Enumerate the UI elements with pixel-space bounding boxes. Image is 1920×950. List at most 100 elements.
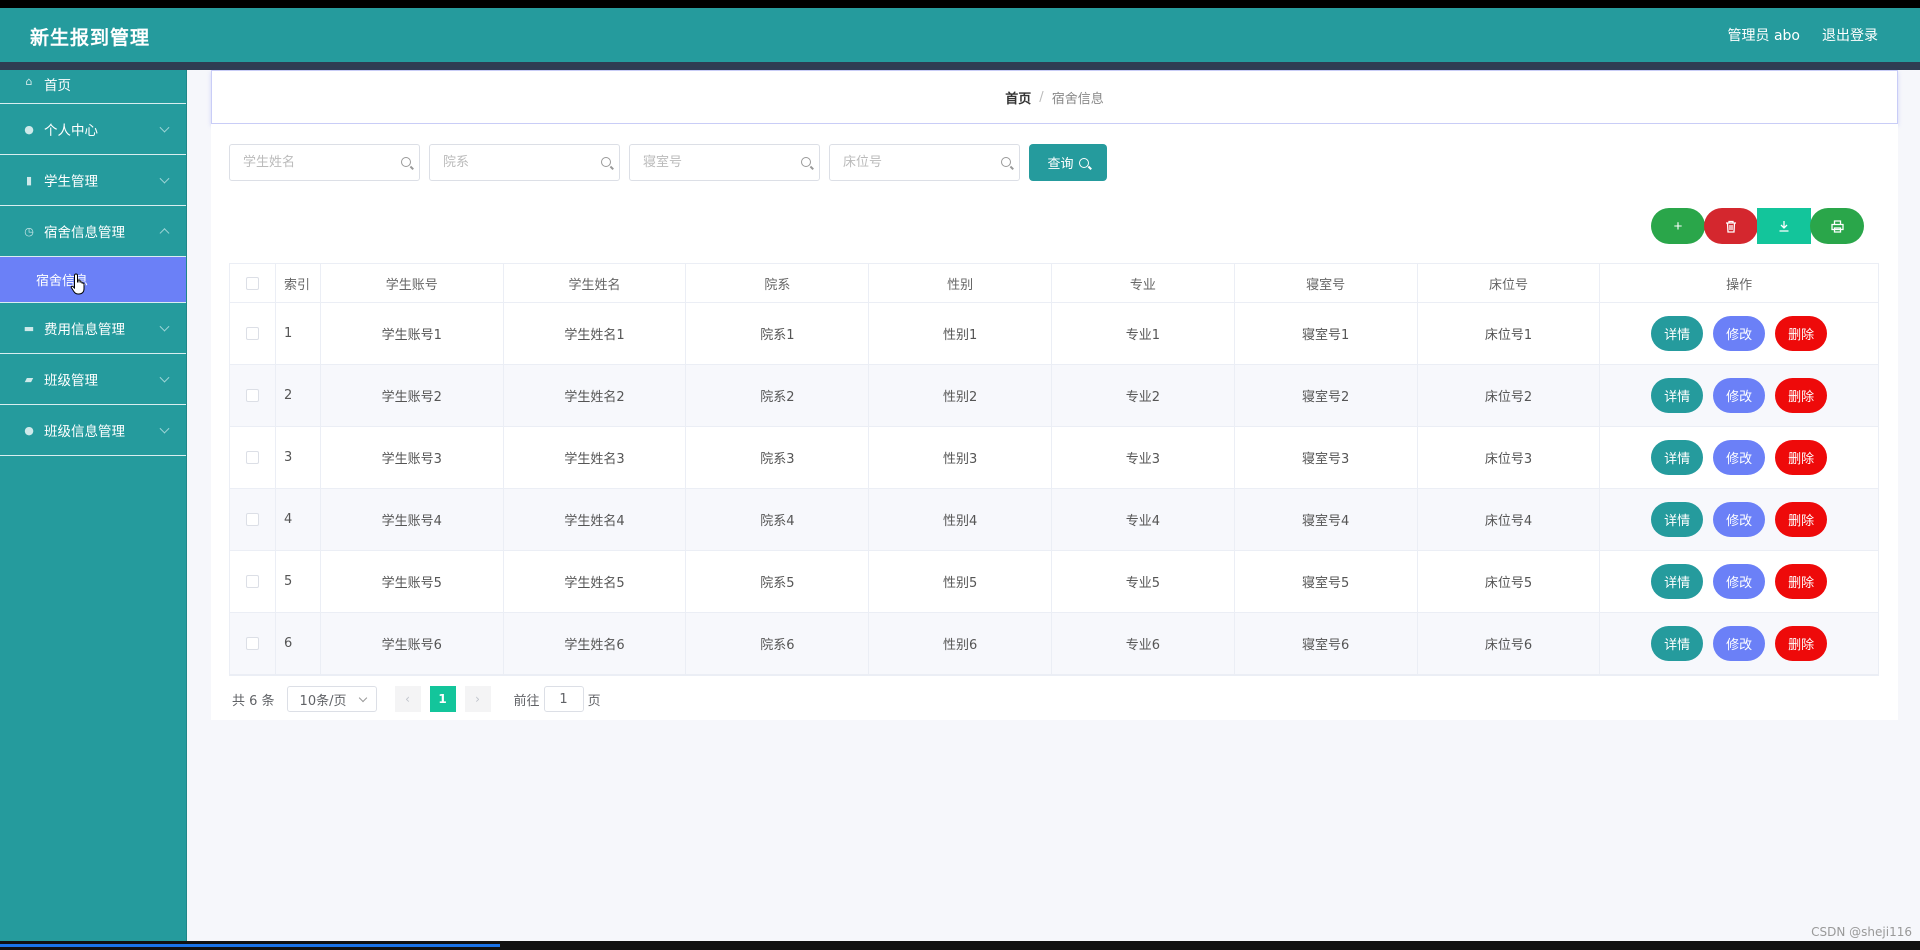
sidebar-item-fees[interactable]: ▬ 费用信息管理 <box>0 303 186 354</box>
cell-actions: 详情 修改 删除 <box>1600 427 1878 488</box>
sidebar-item-home[interactable]: ⌂ 首页 <box>0 70 186 104</box>
printer-icon <box>1830 219 1844 233</box>
row-checkbox[interactable] <box>245 327 259 340</box>
dorm-number-input[interactable] <box>630 145 819 180</box>
user-icon: ● <box>24 122 34 136</box>
chevron-down-icon <box>159 423 170 434</box>
sidebar-item-label: 费用信息管理 <box>44 322 125 338</box>
select-all-checkbox[interactable] <box>245 276 259 290</box>
cell-department: 院系6 <box>686 613 870 674</box>
detail-button[interactable]: 详情 <box>1651 440 1704 475</box>
pagination: 共 6 条 10条/页 ‹ 1 › 前往 页 <box>232 686 601 712</box>
edit-button[interactable]: 修改 <box>1713 564 1766 599</box>
cell-index: 6 <box>276 613 321 674</box>
next-page-button[interactable]: › <box>464 686 491 712</box>
cell-major: 专业6 <box>1052 613 1235 674</box>
cell-account: 学生账号2 <box>321 365 504 426</box>
top-bar: 新生报到管理 管理员 abo 退出登录 <box>0 8 1920 62</box>
row-checkbox[interactable] <box>245 637 259 650</box>
row-checkbox-cell <box>230 489 276 550</box>
query-button[interactable]: 查询 <box>1029 144 1107 181</box>
detail-button[interactable]: 详情 <box>1651 316 1704 351</box>
cell-name: 学生姓名1 <box>504 303 687 364</box>
page-size-select[interactable]: 10条/页 <box>286 686 377 712</box>
sidebar-subitem-dorm-info[interactable]: 宿舍信息 <box>0 257 186 303</box>
dorm-icon: ◷ <box>24 224 34 238</box>
header-gender: 性别 <box>869 264 1053 302</box>
row-checkbox-cell <box>230 303 276 364</box>
edit-button[interactable]: 修改 <box>1713 502 1766 537</box>
delete-button[interactable]: 删除 <box>1775 564 1828 599</box>
breadcrumb-home[interactable]: 首页 <box>1005 88 1031 107</box>
cell-name: 学生姓名6 <box>504 613 687 674</box>
sidebar-item-students[interactable]: ▮ 学生管理 <box>0 155 186 206</box>
cell-major: 专业4 <box>1052 489 1235 550</box>
delete-button[interactable]: 删除 <box>1775 316 1828 351</box>
sidebar-item-dorm[interactable]: ◷ 宿舍信息管理 <box>0 206 186 257</box>
delete-button[interactable]: 删除 <box>1775 440 1828 475</box>
table-row: 4 学生账号4 学生姓名4 院系4 性别4 专业4 寝室号4 床位号4 详情 修改 删除 <box>230 489 1878 551</box>
department-input[interactable] <box>430 145 619 180</box>
bed-number-input[interactable] <box>830 145 1019 180</box>
class-info-icon: ● <box>24 423 34 437</box>
cell-bed: 床位号6 <box>1418 613 1601 674</box>
chevron-down-icon <box>159 122 170 133</box>
row-checkbox[interactable] <box>245 389 259 402</box>
logout-link[interactable]: 退出登录 <box>1822 25 1878 45</box>
page-jump-input[interactable] <box>543 686 584 712</box>
row-checkbox-cell <box>230 613 276 674</box>
print-button[interactable] <box>1810 208 1864 244</box>
sidebar-item-label: 个人中心 <box>44 123 98 139</box>
sidebar-item-label: 班级信息管理 <box>44 424 125 440</box>
student-name-field <box>229 144 420 181</box>
student-icon: ▮ <box>25 173 33 187</box>
page-jump-prefix: 前往 <box>513 693 540 709</box>
student-name-input[interactable] <box>230 145 419 180</box>
detail-button[interactable]: 详情 <box>1651 626 1704 661</box>
table-row: 3 学生账号3 学生姓名3 院系3 性别3 专业3 寝室号3 床位号3 详情 修改 删除 <box>230 427 1878 489</box>
sidebar-item-personal[interactable]: ● 个人中心 <box>0 104 186 155</box>
export-button[interactable] <box>1757 208 1811 244</box>
cell-bed: 床位号5 <box>1418 551 1601 612</box>
cell-account: 学生账号6 <box>321 613 504 674</box>
cell-dorm: 寝室号5 <box>1235 551 1418 612</box>
detail-button[interactable]: 详情 <box>1651 502 1704 537</box>
batch-delete-button[interactable] <box>1704 208 1758 244</box>
row-checkbox[interactable] <box>245 451 259 464</box>
bed-number-field <box>829 144 1020 181</box>
add-button[interactable]: + <box>1651 208 1705 244</box>
prev-page-button[interactable]: ‹ <box>394 686 421 712</box>
row-checkbox-cell <box>230 427 276 488</box>
cell-gender: 性别5 <box>869 551 1053 612</box>
current-user: 管理员 abo <box>1727 28 1800 44</box>
cell-name: 学生姓名4 <box>504 489 687 550</box>
search-icon <box>1078 157 1089 168</box>
cell-dorm: 寝室号6 <box>1235 613 1418 674</box>
cell-index: 5 <box>276 551 321 612</box>
delete-button[interactable]: 删除 <box>1775 378 1828 413</box>
sidebar-item-classes[interactable]: ▰ 班级管理 <box>0 354 186 405</box>
cell-gender: 性别2 <box>869 365 1053 426</box>
page-jump-suffix: 页 <box>587 693 601 709</box>
delete-button[interactable]: 删除 <box>1775 502 1828 537</box>
table-body: 1 学生账号1 学生姓名1 院系1 性别1 专业1 寝室号1 床位号1 详情 修改 删除 2 学生账号2… <box>230 303 1878 675</box>
detail-button[interactable]: 详情 <box>1651 564 1704 599</box>
edit-button[interactable]: 修改 <box>1713 626 1766 661</box>
detail-button[interactable]: 详情 <box>1651 378 1704 413</box>
row-checkbox[interactable] <box>245 575 259 588</box>
edit-button[interactable]: 修改 <box>1713 440 1766 475</box>
current-page[interactable]: 1 <box>429 686 456 712</box>
table-header-row: 索引 学生账号 学生姓名 院系 性别 专业 寝室号 床位号 操作 <box>230 264 1878 303</box>
cell-bed: 床位号1 <box>1418 303 1601 364</box>
edit-button[interactable]: 修改 <box>1713 378 1766 413</box>
sidebar-item-class-info[interactable]: ● 班级信息管理 <box>0 405 186 456</box>
cell-gender: 性别6 <box>869 613 1053 674</box>
row-checkbox[interactable] <box>245 513 259 526</box>
content-panel: 查询 + 索引 学生账号 学生姓名 院系 性别 <box>211 124 1898 720</box>
table-row: 2 学生账号2 学生姓名2 院系2 性别2 专业2 寝室号2 床位号2 详情 修改 删除 <box>230 365 1878 427</box>
header-name: 学生姓名 <box>504 264 687 302</box>
cell-major: 专业5 <box>1052 551 1235 612</box>
edit-button[interactable]: 修改 <box>1713 316 1766 351</box>
delete-button[interactable]: 删除 <box>1775 626 1828 661</box>
cell-department: 院系4 <box>686 489 870 550</box>
